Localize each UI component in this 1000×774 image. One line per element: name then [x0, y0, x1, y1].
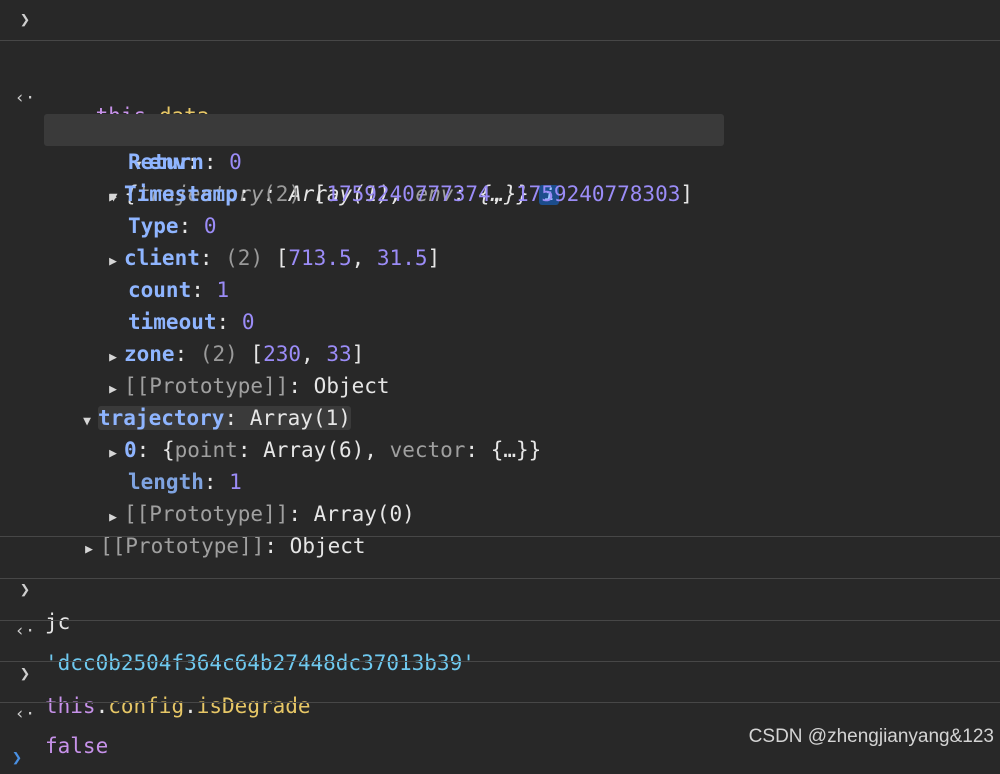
trajectory-length: length: 1: [128, 470, 242, 494]
env-timeout: timeout: 0: [128, 310, 255, 334]
env-count: count: 1: [128, 278, 230, 302]
input-chevron-icon: ❯: [19, 10, 31, 30]
root-prototype[interactable]: ▶ [[Prototype]]: Object: [0, 498, 1000, 558]
trajectory-item-0[interactable]: ▶ 0: {point: Array(6), vector: {…}}: [0, 402, 1000, 462]
env-return: Return: 0: [128, 150, 242, 174]
separator: [0, 620, 1000, 621]
env-prototype[interactable]: ▶ [[Prototype]]: Object: [0, 338, 1000, 398]
console-input-row-3[interactable]: ❯ this.config.isDegrade: [0, 626, 1000, 718]
watermark: CSDN @zhengjianyang&123: [748, 726, 994, 747]
env-client[interactable]: ▶ client: (2) [713.5, 31.5]: [0, 210, 1000, 270]
env-timestamp[interactable]: ▶ Timestamp: (2) [1759240777374, 17592407…: [0, 146, 1000, 206]
separator: [0, 702, 1000, 703]
env-zone[interactable]: ▶ zone: (2) [230, 33]: [0, 306, 1000, 366]
env-type: Type: 0: [128, 214, 217, 238]
console-output-object[interactable]: ‹· ▼ {trajectory: Array(1), env: {…}} i: [0, 50, 1000, 206]
console-input-row-2[interactable]: ❯ jc: [0, 542, 1000, 634]
trajectory-node[interactable]: ▼ trajectory: Array(1): [0, 370, 1000, 430]
console-input-row-1[interactable]: ❯ this.data: [0, 4, 1000, 128]
separator: [0, 40, 1000, 41]
console-output-string[interactable]: ‹· 'dcc0b2504f364c64b27448dc37013b39': [0, 583, 1000, 675]
separator: [0, 661, 1000, 662]
console-output-boolean[interactable]: ‹· false: [0, 666, 1000, 758]
env-node[interactable]: ▼ env:: [0, 82, 1000, 174]
separator: [0, 536, 1000, 537]
prompt-chevron-icon: ❯: [11, 748, 23, 768]
separator: [0, 578, 1000, 579]
trajectory-prototype[interactable]: ▶ [[Prototype]]: Array(0): [0, 466, 1000, 526]
